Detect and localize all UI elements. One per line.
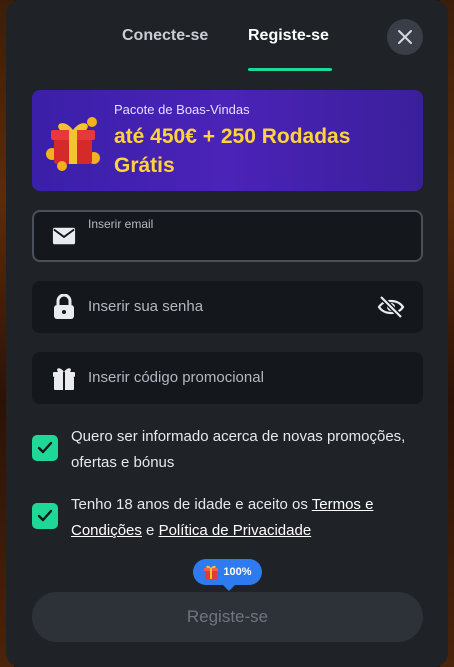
terms-checkbox[interactable]: [32, 503, 58, 529]
marketing-checkbox[interactable]: [32, 435, 58, 461]
lock-icon: [52, 294, 76, 319]
checkmark-icon: [37, 441, 53, 454]
eye-off-icon[interactable]: [377, 293, 405, 321]
tab-register[interactable]: Registe-se: [248, 27, 329, 45]
promo-code-field[interactable]: Inserir código promocional: [32, 352, 423, 404]
mail-icon: [52, 224, 76, 248]
tab-login[interactable]: Conecte-se: [122, 27, 208, 45]
terms-connector: e: [141, 522, 159, 539]
banner-title: até 450€ + 250 Rodadas Grátis: [114, 125, 351, 177]
checkmark-icon: [37, 509, 53, 522]
gift-icon: [46, 117, 100, 171]
register-modal: Conecte-se Registe-se Pacote de Boas-Vin…: [6, 0, 448, 667]
modal-header: Conecte-se Registe-se: [6, 0, 448, 72]
welcome-bonus-banner[interactable]: Pacote de Boas-Vindas até 450€ + 250 Rod…: [32, 90, 423, 191]
gift-icon: [204, 565, 219, 579]
password-field[interactable]: Inserir sua senha: [32, 281, 423, 333]
password-placeholder: Inserir sua senha: [88, 298, 204, 315]
terms-prefix: Tenho 18 anos de idade e aceito os: [71, 496, 312, 513]
completion-percent: 100%: [223, 566, 252, 578]
active-tab-indicator: [248, 68, 332, 71]
email-label: Inserir email: [88, 217, 154, 231]
gift-icon: [52, 366, 76, 390]
register-submit-button[interactable]: Registe-se: [32, 592, 423, 642]
completion-badge: 100%: [193, 559, 262, 591]
register-submit-label: Registe-se: [186, 607, 269, 626]
close-icon: [398, 30, 412, 44]
promo-placeholder: Inserir código promocional: [88, 369, 264, 386]
terms-consent-text: Tenho 18 anos de idade e aceito os Termo…: [71, 492, 423, 544]
close-button[interactable]: [387, 19, 423, 55]
marketing-consent-text: Quero ser informado acerca de novas prom…: [71, 428, 406, 471]
banner-subtitle: Pacote de Boas-Vindas: [114, 102, 250, 117]
email-field[interactable]: Inserir email: [32, 210, 423, 262]
privacy-link[interactable]: Política de Privacidade: [159, 522, 312, 539]
